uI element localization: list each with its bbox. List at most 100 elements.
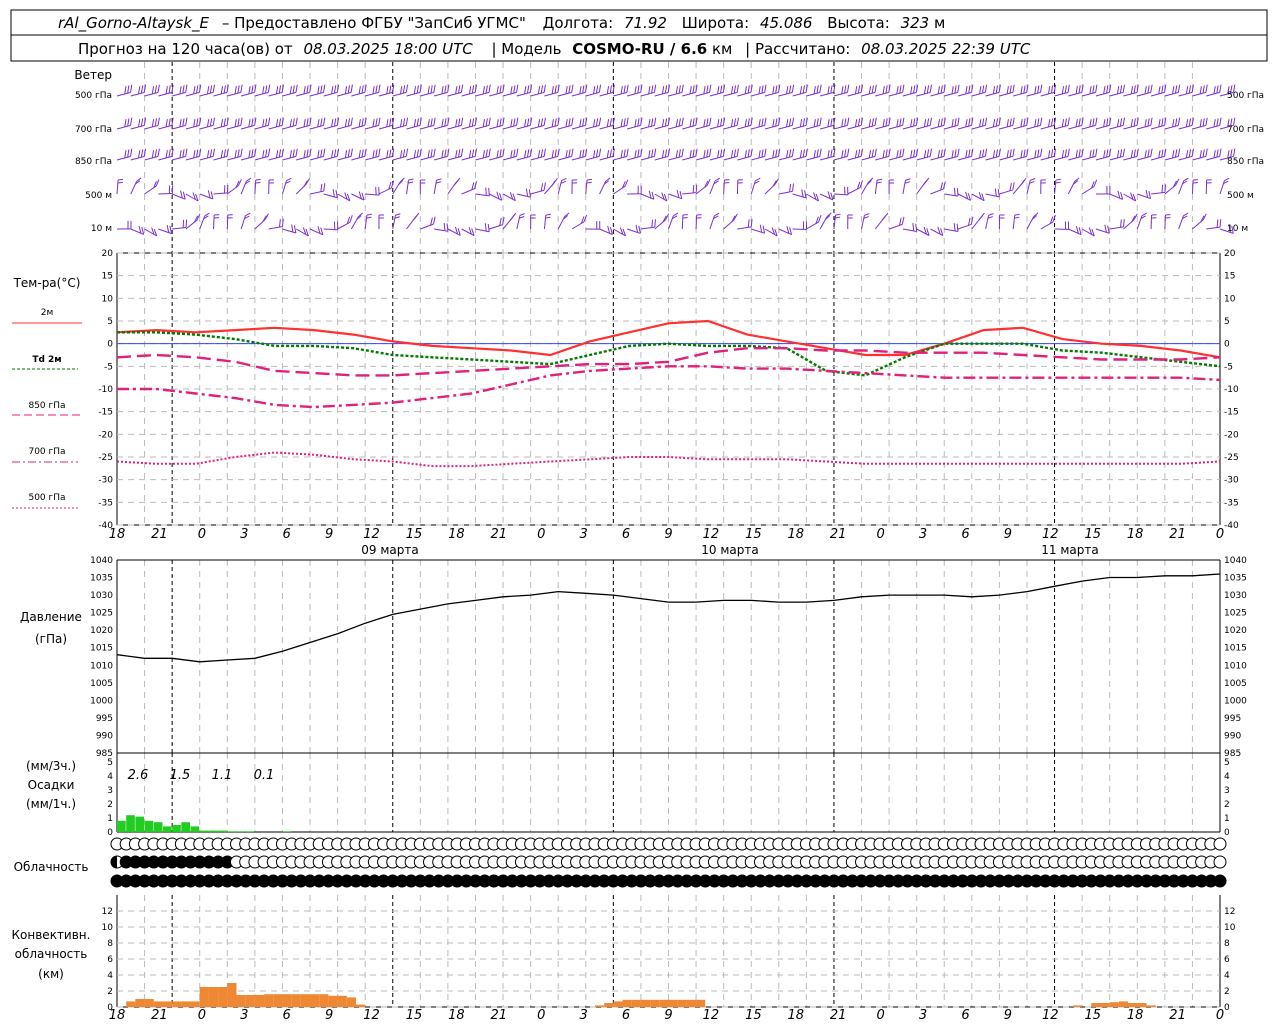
wind-barb-flag (349, 215, 353, 223)
wind-barb (1068, 228, 1082, 236)
wind-barb-flag (799, 150, 803, 159)
wind-barb-flag (526, 85, 530, 94)
wind-barb-flag (846, 84, 850, 93)
time-tick-bottom: 0 (1216, 1008, 1224, 1023)
wind-barb (475, 124, 490, 130)
wind-barb (1150, 91, 1165, 97)
wind-barb-flag (595, 118, 599, 127)
wind-barb-flag (347, 85, 351, 94)
wind-barb (489, 224, 503, 230)
wind-barb-flag (692, 85, 695, 94)
wind-barb (378, 91, 393, 97)
time-tick-mid: 15 (1084, 527, 1101, 542)
wind-barb-flag (788, 149, 792, 158)
wind-barb-flag (488, 117, 491, 126)
wind-barb-flag (1177, 117, 1181, 126)
wind-barb (682, 192, 697, 195)
wind-barb-flag (157, 148, 160, 157)
wind-barb (820, 124, 834, 130)
press-ytick-label-right: 1005 (1224, 679, 1247, 689)
conv-ytick-label: 12 (102, 907, 113, 917)
wind-barb (309, 155, 324, 161)
wind-barb (199, 91, 214, 97)
wind-barb-flag (443, 222, 446, 231)
wind-barb-flag (524, 150, 527, 159)
wind-barb-flag (364, 148, 367, 157)
wind-barb-flag (805, 148, 808, 157)
model-unit: км (712, 40, 732, 58)
header-line1: rAl_Gorno-Altaysk_E – Предоставлено ФГБУ… (58, 14, 945, 33)
wind-barb-flag (648, 119, 651, 128)
wind-barb-flag (868, 86, 872, 95)
wind-barb-flag (653, 148, 657, 157)
wind-level-500m-right: 500 м (1227, 191, 1254, 201)
wind-barb-flag (275, 150, 279, 159)
wind-barb-flag (582, 85, 585, 94)
wind-barb-flag (954, 149, 957, 158)
wind-barb-flag (761, 85, 764, 94)
wind-barb (296, 91, 310, 97)
wind-barb-flag (579, 86, 582, 95)
wind-barb (502, 91, 517, 97)
press-ytick-label: 1005 (90, 679, 113, 689)
wind-barb-flag (405, 117, 409, 126)
wind-barb-flag (772, 119, 775, 128)
wind-barb-flag (516, 84, 519, 93)
wind-barb-flag (1012, 182, 1015, 191)
wind-barb-flag (951, 86, 954, 95)
conv-bar (227, 983, 237, 1007)
wind-barb-flag (923, 86, 927, 95)
time-tick-bottom: 0 (537, 1008, 545, 1023)
wind-barb-flag (433, 84, 436, 93)
wind-barb (695, 155, 710, 161)
wind-barb-flag (237, 85, 240, 94)
conv-bar (1109, 1002, 1119, 1007)
wind-barb-flag (168, 149, 171, 158)
wind-barb-flag (248, 86, 251, 95)
wind-barb (709, 180, 716, 195)
wind-barb-flag (978, 215, 983, 221)
wind-barb (323, 228, 338, 231)
wind-barb-flag (1103, 119, 1106, 128)
wind-barb-flag (320, 183, 323, 192)
wind-barb-flag (436, 178, 442, 181)
model-name: COSMO-RU / 6.6 (572, 40, 707, 58)
wind-barb-flag (286, 177, 292, 182)
wind-barb (820, 91, 834, 97)
wind-barb-flag (416, 149, 419, 158)
wind-barb-flag (526, 118, 530, 127)
wind-barb (1206, 91, 1220, 97)
wind-barb-flag (1108, 148, 1112, 157)
time-tick-mid: 9 (1004, 527, 1012, 542)
wind-barb (213, 124, 228, 130)
wind-barb-flag (681, 84, 684, 93)
wind-barb-flag (281, 148, 284, 157)
wind-barb-flag (540, 118, 544, 127)
wind-barb-flag (1067, 117, 1070, 126)
wind-barb-flag (1188, 118, 1192, 127)
wind-barb-flag (1106, 118, 1109, 127)
wind-barb (709, 155, 724, 161)
wind-barb-flag (1172, 119, 1175, 128)
wind-barb (1068, 91, 1082, 97)
press-ytick-label: 1035 (90, 574, 113, 584)
wind-level-500hpa-right: 500 гПа (1227, 91, 1264, 101)
wind-barb-flag (151, 150, 155, 159)
wind-barb (282, 155, 297, 161)
wind-barb-flag (1037, 118, 1040, 127)
wind-barb-flag (1150, 148, 1153, 157)
wind-barb-flag (954, 118, 957, 127)
wind-barb-flag (598, 84, 602, 93)
wind-barb (130, 91, 145, 97)
wind-barb-flag (744, 150, 747, 159)
model-label: | Модель (491, 40, 561, 58)
wind-barb-flag (901, 216, 905, 225)
wind-barb (695, 214, 698, 230)
temp-ytick-label: -30 (98, 476, 113, 486)
precip-bar (227, 831, 236, 832)
wind-barb-flag (568, 118, 571, 127)
alt-value: 323 (901, 14, 930, 32)
wind-barb-flag (992, 119, 996, 128)
wind-barb-flag (1216, 149, 1219, 158)
meteogram: rAl_Gorno-Altaysk_E – Предоставлено ФГБУ… (10, 9, 1268, 1023)
